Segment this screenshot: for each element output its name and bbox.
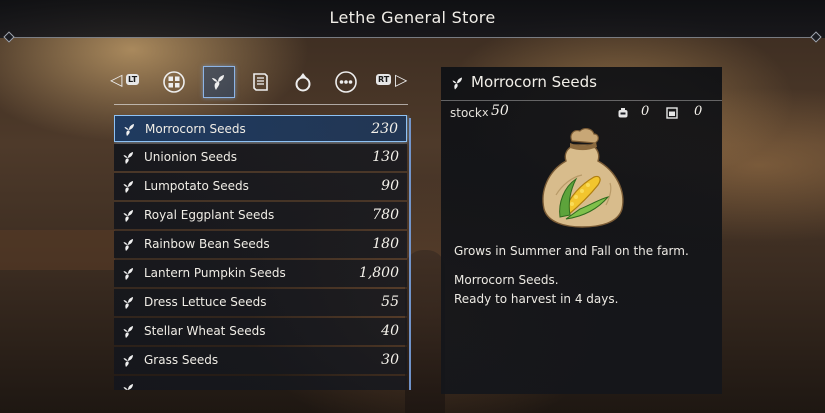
item-description: Morrocorn Seeds. Ready to harvest in 4 d… — [454, 271, 618, 309]
item-name: Rainbow Bean Seeds — [144, 237, 270, 251]
item-name: Grass Seeds — [144, 353, 219, 367]
list-item[interactable]: Grass Seeds 30 — [114, 347, 407, 374]
tab-divider — [114, 104, 408, 105]
item-description-season: Grows in Summer and Fall on the farm. — [454, 244, 689, 258]
item-price: 90 — [381, 178, 399, 194]
stock-multiplier: x — [482, 106, 489, 119]
item-name: Dress Lettuce Seeds — [144, 295, 267, 309]
item-price: 780 — [372, 207, 399, 223]
list-item[interactable]: Lantern Pumpkin Seeds 1,800 — [114, 260, 407, 287]
stock-label: stock — [450, 106, 482, 120]
seed-sprout-icon — [123, 268, 133, 280]
item-name: Unionion Seeds — [144, 150, 238, 164]
storage-count: 0 — [694, 104, 703, 119]
list-item[interactable] — [114, 376, 407, 390]
bag-owned-icon — [618, 108, 628, 118]
lt-button-label[interactable]: LT — [126, 74, 140, 85]
stock-value: 50 — [491, 103, 509, 119]
list-item[interactable]: Dress Lettuce Seeds 55 — [114, 289, 407, 316]
detail-divider — [441, 100, 722, 101]
seed-sprout-icon — [123, 297, 133, 309]
seed-sprout-icon — [123, 181, 133, 193]
ring-icon — [295, 73, 311, 92]
item-description-harvest: Ready to harvest in 4 days. — [454, 292, 619, 306]
item-name: Stellar Wheat Seeds — [144, 324, 266, 338]
seed-sprout-icon — [123, 152, 133, 164]
tab-seeds[interactable] — [203, 66, 235, 98]
list-item[interactable]: Rainbow Bean Seeds 180 — [114, 231, 407, 258]
item-price: 130 — [372, 149, 399, 165]
item-price: 230 — [371, 121, 398, 137]
item-price: 55 — [381, 294, 399, 310]
tab-right-arrow-icon[interactable]: ▷ — [395, 72, 407, 88]
list-scrollbar[interactable] — [409, 118, 411, 390]
tab-recipes[interactable] — [246, 68, 274, 96]
item-detail-panel: Morrocorn Seeds stock x 50 0 0 Grows in … — [441, 67, 722, 394]
storage-box-icon — [666, 107, 678, 119]
grid-icon — [163, 71, 185, 93]
item-price: 1,800 — [358, 265, 399, 281]
detail-title: Morrocorn Seeds — [471, 73, 597, 91]
item-description-name: Morrocorn Seeds. — [454, 273, 559, 287]
item-price: 30 — [381, 352, 399, 368]
seed-sprout-icon — [123, 326, 133, 338]
category-tabs: ◁ LT RT ▷ — [110, 66, 412, 102]
seed-sprout-icon — [452, 77, 462, 90]
list-item[interactable]: Morrocorn Seeds 230 — [114, 115, 407, 142]
seed-sprout-icon — [212, 75, 224, 90]
more-options-icon — [335, 71, 357, 93]
store-title: Lethe General Store — [329, 8, 496, 27]
seed-bag-image — [542, 128, 624, 228]
list-item[interactable]: Lumpotato Seeds 90 — [114, 173, 407, 200]
tab-accessories[interactable] — [289, 68, 317, 96]
owned-count: 0 — [641, 104, 650, 119]
tab-left-arrow-icon[interactable]: ◁ — [110, 72, 122, 88]
item-name: Royal Eggplant Seeds — [144, 208, 275, 222]
background-shelf — [0, 230, 115, 270]
list-item[interactable]: Stellar Wheat Seeds 40 — [114, 318, 407, 345]
seed-sprout-icon — [124, 124, 134, 136]
list-item[interactable]: Royal Eggplant Seeds 780 — [114, 202, 407, 229]
item-price: 40 — [381, 323, 399, 339]
seed-sprout-icon — [123, 355, 133, 367]
list-item[interactable]: Unionion Seeds 130 — [114, 144, 407, 171]
item-name: Lantern Pumpkin Seeds — [144, 266, 286, 280]
recipe-scroll-icon — [253, 73, 268, 91]
shop-item-list: Morrocorn Seeds 230 Unionion Seeds 130 L… — [114, 115, 410, 390]
title-divider — [10, 37, 815, 38]
item-name: Lumpotato Seeds — [144, 179, 249, 193]
tab-other[interactable] — [332, 68, 360, 96]
tab-all-items[interactable] — [160, 68, 188, 96]
background-character — [405, 250, 445, 413]
item-price: 180 — [372, 236, 399, 252]
item-name: Morrocorn Seeds — [145, 122, 246, 136]
seed-sprout-icon — [123, 210, 133, 222]
rt-button-label[interactable]: RT — [376, 74, 392, 85]
title-bar: Lethe General Store — [0, 0, 825, 38]
seed-sprout-icon — [123, 239, 133, 251]
seed-sprout-icon — [123, 384, 133, 390]
